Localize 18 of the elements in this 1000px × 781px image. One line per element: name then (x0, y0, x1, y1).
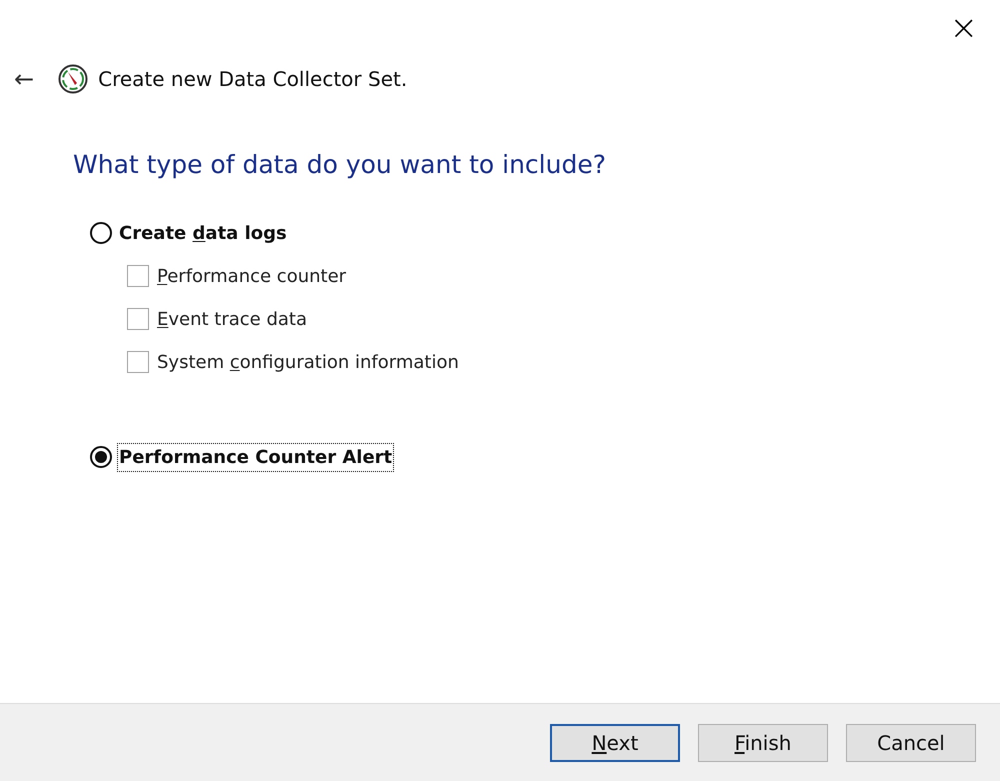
back-button[interactable]: ← (14, 65, 34, 93)
dialog-button[interactable]: Finish (698, 724, 828, 762)
checkbox[interactable] (127, 308, 149, 330)
option-label[interactable]: Create data logs (118, 220, 288, 246)
gauge-icon (58, 64, 88, 94)
radio-button[interactable] (90, 222, 112, 244)
page-heading: What type of data do you want to include? (73, 149, 606, 181)
checkbox[interactable] (127, 351, 149, 373)
checkbox-label[interactable]: System configuration information (157, 348, 459, 376)
option-label[interactable]: Performance Counter Alert (118, 444, 394, 470)
checkbox[interactable] (127, 265, 149, 287)
close-button[interactable]: × (946, 12, 982, 40)
checkbox-label[interactable]: Performance counter (157, 262, 346, 290)
dialog-button[interactable]: Cancel (846, 724, 976, 762)
dialog-button[interactable]: Next (550, 724, 680, 762)
checkbox-label[interactable]: Event trace data (157, 306, 308, 332)
radio-button[interactable] (90, 446, 112, 468)
wizard-title: Create new Data Collector Set. (98, 66, 408, 93)
